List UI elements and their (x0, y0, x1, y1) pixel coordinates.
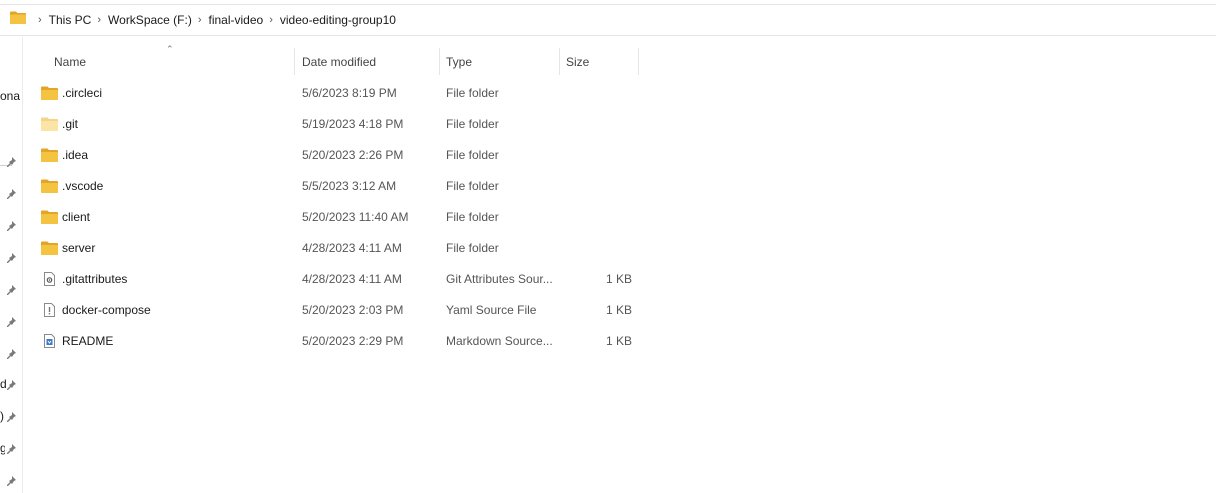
file-name: .circleci (62, 86, 103, 100)
file-type: File folder (446, 148, 499, 162)
pin-icon[interactable] (5, 411, 17, 423)
file-name: docker-compose (62, 303, 151, 317)
file-type: Yaml Source File (446, 303, 537, 317)
file-size: 1 KB (605, 334, 632, 348)
pin-icon[interactable] (5, 220, 17, 232)
file-size (560, 140, 632, 171)
column-header-date[interactable]: Date modified (302, 48, 438, 75)
list-item[interactable]: .gitattributes 4/28/2023 4:11 AM Git Att… (36, 264, 640, 295)
file-date-modified: 4/28/2023 4:11 AM (302, 272, 402, 286)
pin-icon[interactable] (5, 348, 17, 360)
file-name: .idea (62, 148, 89, 162)
file-date-modified: 5/19/2023 4:18 PM (302, 117, 404, 131)
breadcrumb-current-folder[interactable]: video-editing-group10 (280, 13, 396, 27)
yaml-file-icon (44, 303, 55, 317)
file-date-modified: 5/20/2023 2:26 PM (302, 148, 404, 162)
column-divider[interactable] (294, 48, 295, 75)
file-date-modified: 5/20/2023 2:29 PM (302, 334, 404, 348)
chevron-right-icon[interactable]: › (269, 14, 273, 26)
file-type: File folder (446, 179, 499, 193)
list-item[interactable]: .circleci 5/6/2023 8:19 PM File folder (36, 78, 640, 109)
file-type: File folder (446, 117, 499, 131)
file-name: .git (62, 117, 79, 131)
file-type: Markdown Source... (446, 334, 553, 348)
column-header-size[interactable]: Size (566, 48, 638, 75)
breadcrumb: › This PC › WorkSpace (F:) › final-video… (32, 5, 396, 35)
pin-icon[interactable] (5, 379, 17, 391)
column-divider[interactable] (638, 48, 639, 75)
file-date-modified: 5/5/2023 3:12 AM (302, 179, 397, 193)
breadcrumb-workspace-drive[interactable]: WorkSpace (F:) (108, 13, 192, 27)
column-header-label: Date modified (302, 54, 377, 69)
folder-icon (10, 11, 26, 24)
pin-icon[interactable] (5, 443, 17, 455)
breadcrumb-final-video[interactable]: final-video (209, 13, 264, 27)
navigation-pane: ona d ) g (0, 37, 23, 493)
pin-icon[interactable] (5, 475, 17, 487)
column-divider[interactable] (559, 48, 560, 75)
file-size (560, 202, 632, 233)
pin-icon[interactable] (5, 156, 17, 168)
list-item[interactable]: docker-compose 5/20/2023 2:03 PM Yaml So… (36, 295, 640, 326)
folder-icon (41, 241, 58, 255)
folder-icon (41, 148, 58, 162)
file-name: README (62, 334, 114, 348)
folder-icon (41, 86, 58, 100)
markdown-file-icon (44, 334, 55, 348)
file-type: File folder (446, 210, 499, 224)
column-header-type[interactable]: Type (446, 48, 558, 75)
file-size: 1 KB (605, 303, 632, 317)
list-item[interactable]: .idea 5/20/2023 2:26 PM File folder (36, 140, 640, 171)
file-type: Git Attributes Sour... (446, 272, 553, 286)
file-name: client (62, 210, 91, 224)
pin-icon[interactable] (5, 316, 17, 328)
pin-icon[interactable] (5, 284, 17, 296)
list-item[interactable]: client 5/20/2023 11:40 AM File folder (36, 202, 640, 233)
file-size (560, 233, 632, 264)
column-divider[interactable] (439, 48, 440, 75)
file-date-modified: 5/6/2023 8:19 PM (302, 86, 397, 100)
file-name: .gitattributes (62, 272, 128, 286)
chevron-right-icon[interactable]: › (97, 14, 101, 26)
folder-icon (41, 117, 58, 131)
file-type: File folder (446, 241, 499, 255)
pin-icon[interactable] (5, 252, 17, 264)
file-name: server (62, 241, 96, 255)
column-header-label: Name (54, 54, 87, 69)
folder-icon (41, 210, 58, 224)
column-header-label: Type (446, 54, 473, 69)
nav-item-label[interactable]: ona (0, 89, 22, 103)
list-item[interactable]: .vscode 5/5/2023 3:12 AM File folder (36, 171, 640, 202)
file-type: File folder (446, 86, 499, 100)
file-date-modified: 5/20/2023 2:03 PM (302, 303, 404, 317)
chevron-right-icon[interactable]: › (38, 14, 42, 26)
address-bar[interactable]: › This PC › WorkSpace (F:) › final-video… (0, 4, 1216, 36)
list-item[interactable]: server 4/28/2023 4:11 AM File folder (36, 233, 640, 264)
file-name: .vscode (62, 179, 104, 193)
list-item[interactable]: README 5/20/2023 2:29 PM Markdown Source… (36, 326, 640, 357)
file-size (560, 171, 632, 202)
file-date-modified: 4/28/2023 4:11 AM (302, 241, 402, 255)
pin-icon[interactable] (5, 188, 17, 200)
column-header-label: Size (566, 54, 590, 69)
file-size (560, 78, 632, 109)
file-size (560, 109, 632, 140)
breadcrumb-this-pc[interactable]: This PC (49, 13, 92, 27)
file-date-modified: 5/20/2023 11:40 AM (302, 210, 409, 224)
chevron-right-icon[interactable]: › (198, 14, 202, 26)
file-size: 1 KB (605, 272, 632, 286)
list-item[interactable]: .git 5/19/2023 4:18 PM File folder (36, 109, 640, 140)
column-header-name[interactable]: Name (54, 48, 294, 75)
gitattributes-file-icon (44, 272, 55, 286)
folder-icon (41, 179, 58, 193)
